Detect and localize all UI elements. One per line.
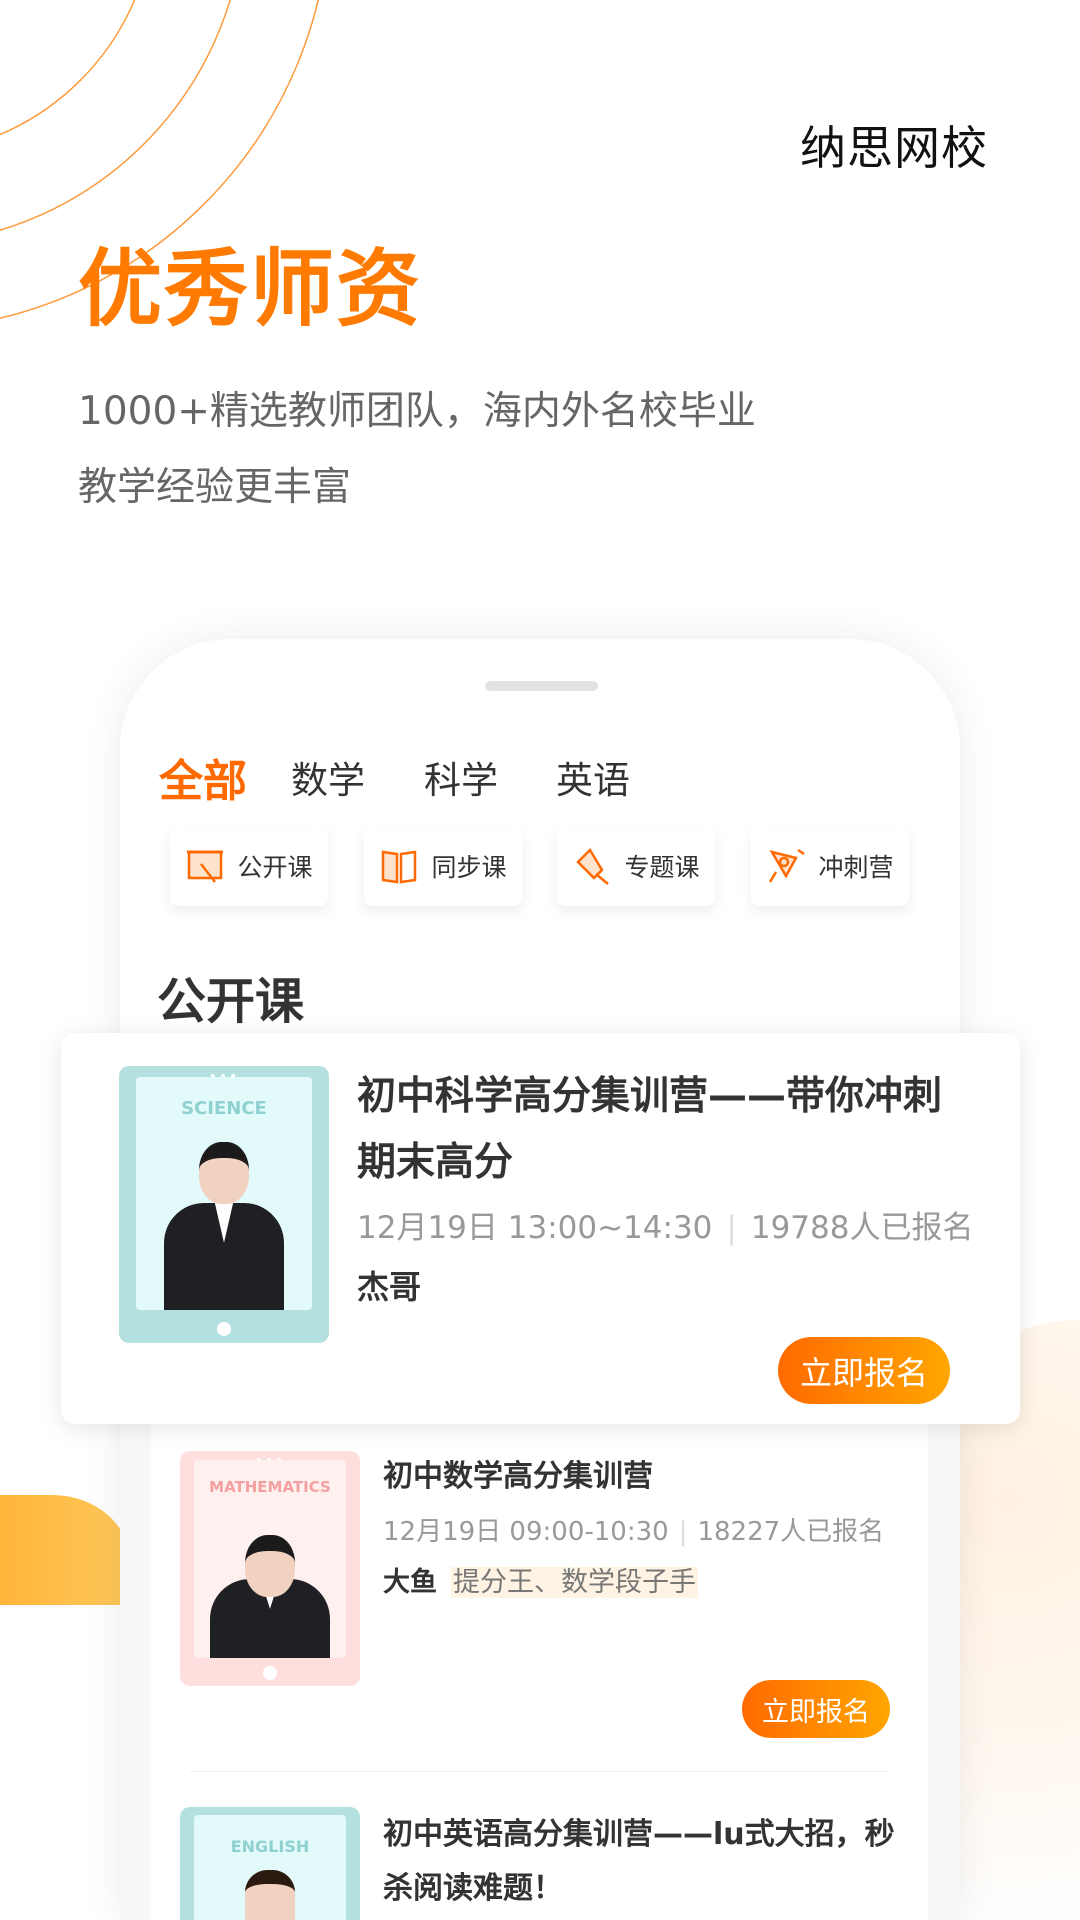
course-thumbnail: ••• MATHEMATICS	[180, 1451, 360, 1686]
tab-science[interactable]: 科学	[424, 750, 498, 804]
course-date: 12月19日 09:00-10:30	[383, 1517, 669, 1547]
subject-label: SCIENCE	[181, 1098, 267, 1120]
course-meta: 12月19日 09:00-10:30 | 18227人已报名	[383, 1517, 885, 1547]
board-icon	[187, 850, 224, 883]
teacher-photo	[163, 1142, 284, 1310]
divider	[190, 1771, 888, 1772]
book-icon	[382, 850, 417, 884]
enroll-button[interactable]: 立即报名	[778, 1337, 950, 1404]
course-meta: 12月19日 13:00~14:30 | 19788人已报名	[357, 1210, 974, 1246]
hero-title: 优秀师资	[78, 240, 423, 338]
category-sprint-camp[interactable]: 冲刺营	[751, 826, 909, 906]
teacher-name: 杰哥	[357, 1268, 422, 1306]
rocket-icon	[769, 848, 806, 883]
category-label: 公开课	[237, 853, 313, 882]
category-label: 专题课	[624, 853, 700, 882]
course-title[interactable]: 初中英语高分集训营——lu式大招，秒杀阅读难题！	[383, 1808, 913, 1916]
decorative-shape	[0, 1495, 130, 1605]
category-label: 同步课	[431, 853, 507, 882]
hero-subtitle-2: 教学经验更丰富	[78, 465, 352, 510]
teacher-photo	[244, 1870, 295, 1920]
subject-label: MATHEMATICS	[209, 1478, 331, 1497]
tab-english[interactable]: 英语	[556, 750, 630, 804]
course-title[interactable]: 初中数学高分集训营	[383, 1451, 653, 1495]
course-title[interactable]: 初中科学高分集训营——带你冲刺期末高分	[357, 1064, 977, 1196]
category-open-class[interactable]: 公开课	[170, 826, 328, 906]
category-label: 冲刺营	[818, 853, 894, 882]
subject-label: ENGLISH	[230, 1837, 310, 1856]
pin-icon	[576, 847, 610, 885]
course-thumbnail: ••• SCIENCE	[119, 1066, 329, 1343]
tab-all[interactable]: 全部	[159, 745, 247, 809]
teacher-name: 大鱼	[383, 1567, 437, 1598]
course-thumbnail: ENGLISH	[180, 1807, 360, 1920]
category-topic-class[interactable]: 专题课	[557, 826, 715, 906]
category-sync-class[interactable]: 同步课	[364, 826, 522, 906]
teacher-tag: 提分王、数学段子手	[451, 1567, 698, 1598]
teacher-row: 大鱼 提分王、数学段子手	[383, 1560, 698, 1599]
course-enrolled: 19788人已报名	[750, 1210, 974, 1246]
section-title: 公开课	[157, 973, 305, 1030]
course-enrolled: 18227人已报名	[697, 1517, 885, 1547]
course-date: 12月19日 13:00~14:30	[357, 1210, 713, 1246]
tab-math[interactable]: 数学	[291, 750, 365, 804]
brand-logo: 纳思网校	[800, 121, 988, 175]
enroll-button[interactable]: 立即报名	[742, 1680, 890, 1738]
phone-handle	[485, 681, 598, 691]
teacher-photo	[209, 1535, 330, 1658]
hero-subtitle-1: 1000+精选教师团队，海内外名校毕业	[78, 389, 756, 434]
